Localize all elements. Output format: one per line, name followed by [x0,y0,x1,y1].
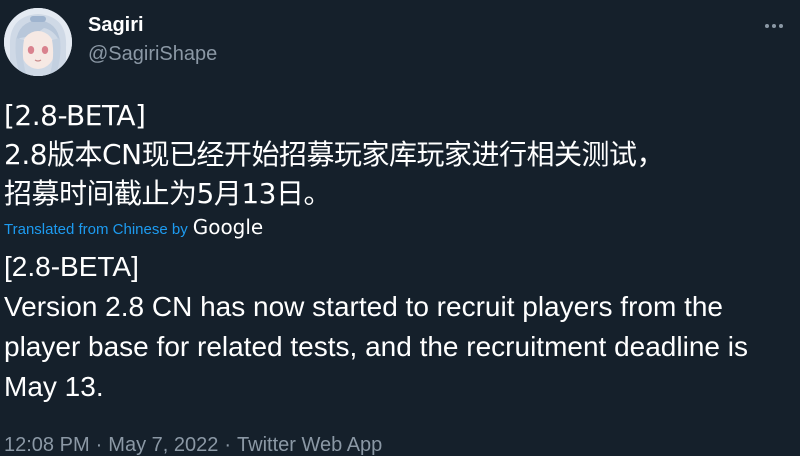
meta-separator: · [95,434,103,456]
translation-attribution: Translated from Chinese by Google [4,215,792,243]
avatar-image [4,8,72,76]
google-logo: Google [192,215,264,239]
tweet-metadata: 12:08 PM · May 7, 2022 · Twitter Web App [4,432,382,456]
user-handle[interactable]: @SagiriShape [88,41,217,67]
author-info: Sagiri @SagiriShape [88,12,217,67]
translated-from-link[interactable]: Translated from Chinese by [4,218,188,242]
avatar[interactable] [4,8,72,76]
tweet-time-link[interactable]: 12:08 PM [4,434,90,456]
tweet-translated-text: [2.8-BETA] Version 2.8 CN has now starte… [4,251,748,402]
tweet-source-link[interactable]: Twitter Web App [237,434,382,456]
tweet-card: Sagiri @SagiriShape [2.8-BETA] 2.8版本CN现已… [0,0,800,456]
tweet-body: [2.8-BETA] 2.8版本CN现已经开始招募玩家库玩家进行相关测试， 招募… [4,96,792,407]
tweet-original-text: [2.8-BETA] 2.8版本CN现已经开始招募玩家库玩家进行相关测试， 招募… [4,99,665,210]
display-name[interactable]: Sagiri [88,12,217,38]
more-icon[interactable] [762,14,786,38]
tweet-date-link[interactable]: May 7, 2022 [108,434,218,456]
meta-separator: · [224,434,232,456]
